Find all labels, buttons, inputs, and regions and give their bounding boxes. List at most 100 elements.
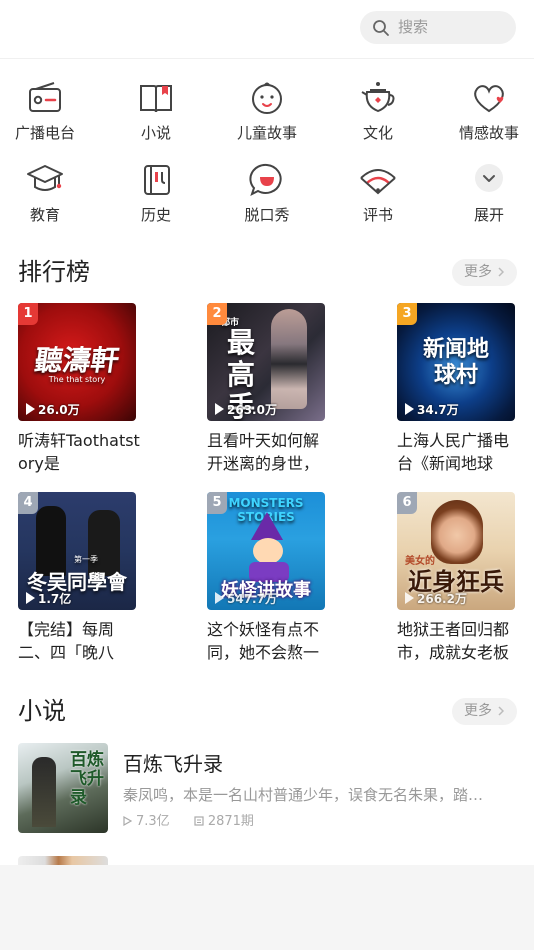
category-culture[interactable]: 文化 xyxy=(333,78,423,143)
album-cover: 聽濤軒 The that story 1 26.0万 xyxy=(18,303,136,421)
category-radio[interactable]: 广播电台 xyxy=(0,78,90,143)
cover-figure xyxy=(431,500,483,564)
rank-badge: 1 xyxy=(18,303,38,325)
play-count-value: 1.7亿 xyxy=(38,592,72,606)
app-screen: 搜索 广播电台 小说 儿童故事 文化 情感故事 教育 历史 脱口秀 评书 展开 … xyxy=(0,0,534,865)
ranking-card[interactable]: 美女的 近身狂兵 6 266.2万 地狱王者回归都市，成就女老板 xyxy=(397,492,515,664)
category-label: 文化 xyxy=(362,124,393,142)
chevron-right-icon xyxy=(498,267,504,277)
cover-figure xyxy=(253,538,283,564)
book-icon xyxy=(140,85,172,113)
category-history[interactable]: 历史 xyxy=(111,160,201,225)
category-label: 评书 xyxy=(362,206,393,224)
category-education[interactable]: 教育 xyxy=(0,160,90,225)
cover-figure xyxy=(32,757,56,827)
ranking-card[interactable]: 聽濤軒 The that story 1 26.0万 听涛轩Taothatsto… xyxy=(18,303,140,475)
play-count-value: 34.7万 xyxy=(417,403,459,417)
album-title: 地狱王者回归都市，成就女老板 xyxy=(397,620,510,662)
category-kids-stories[interactable]: 儿童故事 xyxy=(222,78,312,143)
album-title: 【完结】每周二、四「晚八 xyxy=(18,620,115,662)
category-expand-button[interactable]: 展开 xyxy=(444,160,534,225)
category-label: 展开 xyxy=(473,206,504,224)
album-cover: 都市 最高手 2 263.0万 xyxy=(207,303,325,421)
ranking-card[interactable]: 新闻地球村 3 34.7万 上海人民广播电台《新闻地球 xyxy=(397,303,515,475)
search-bar[interactable]: 搜索 xyxy=(360,11,516,44)
novel-list-item[interactable]: 百炼飞升录 百炼飞升录 秦凤鸣，本是一名山村普通少年，误食无名朱果，踏… 7.3… xyxy=(18,743,518,833)
play-outline-icon xyxy=(123,815,133,827)
play-icon xyxy=(405,403,414,415)
novel-title: 百炼飞升录 xyxy=(123,752,223,776)
folding-fan-icon xyxy=(360,169,396,195)
play-count: 263.0万 xyxy=(215,403,277,417)
play-count-value: 263.0万 xyxy=(227,403,277,417)
chevron-right-icon xyxy=(498,706,504,716)
play-count-value: 266.2万 xyxy=(417,592,467,606)
category-novel[interactable]: 小说 xyxy=(111,78,201,143)
ranking-section-title: 排行榜 xyxy=(18,258,90,286)
rank-badge: 2 xyxy=(207,303,227,325)
category-label: 教育 xyxy=(29,206,60,224)
play-count: 547.7万 xyxy=(215,592,277,606)
category-label: 儿童故事 xyxy=(236,124,297,142)
album-cover: 第一季 冬吴同學會 4 1.7亿 xyxy=(18,492,136,610)
album-title: 且看叶天如何解开迷离的身世， xyxy=(207,431,320,473)
cover-text: 新闻地球村 xyxy=(422,337,489,388)
more-label: 更多 xyxy=(464,703,492,719)
heart-icon xyxy=(474,85,504,113)
ranking-card[interactable]: MONSTERS STORIES 妖怪讲故事 5 547.7万 这个妖怪有点不同… xyxy=(207,492,325,664)
cover-text: 百炼飞升录 xyxy=(70,750,104,808)
category-storytelling[interactable]: 评书 xyxy=(333,160,423,225)
radio-icon xyxy=(29,82,61,112)
graduation-cap-icon xyxy=(27,165,63,191)
category-label: 广播电台 xyxy=(14,124,75,142)
rank-badge: 6 xyxy=(397,492,417,514)
history-scroll-icon xyxy=(144,165,170,195)
category-talk-show[interactable]: 脱口秀 xyxy=(222,160,312,225)
talk-bubble-icon xyxy=(249,163,282,196)
play-icon xyxy=(405,592,414,604)
cover-subtext: 第一季 xyxy=(74,555,98,564)
play-icon xyxy=(26,403,35,415)
play-count-value: 7.3亿 xyxy=(136,814,170,829)
teapot-icon xyxy=(361,82,395,113)
play-icon xyxy=(215,592,224,604)
category-label: 历史 xyxy=(140,206,171,224)
rank-badge: 3 xyxy=(397,303,417,325)
episode-count-value: 2871期 xyxy=(207,814,254,829)
play-count: 7.3亿 xyxy=(123,814,184,829)
cover-figure xyxy=(271,309,307,409)
rank-badge: 4 xyxy=(18,492,38,514)
baby-face-icon xyxy=(252,82,282,114)
cover-text: 冬吴同學會 xyxy=(27,570,127,594)
cover-subtext: The that story xyxy=(48,375,106,384)
novel-more-button[interactable]: 更多 xyxy=(452,698,517,725)
rank-badge: 5 xyxy=(207,492,227,514)
more-label: 更多 xyxy=(464,264,492,280)
album-title: 听涛轩Taothatstory是 xyxy=(18,431,140,473)
novel-cover: 百炼飞升录 xyxy=(18,743,108,833)
album-cover: 新闻地球村 3 34.7万 xyxy=(397,303,515,421)
search-icon xyxy=(373,20,389,36)
play-icon xyxy=(215,403,224,415)
novel-meta: 7.3亿 2871期 xyxy=(123,814,274,830)
category-label: 脱口秀 xyxy=(244,206,290,224)
album-title: 上海人民广播电台《新闻地球 xyxy=(397,431,510,473)
category-label: 小说 xyxy=(140,124,171,142)
top-bar: 搜索 xyxy=(0,0,534,59)
episode-count: 2871期 xyxy=(194,814,264,829)
play-count: 26.0万 xyxy=(26,403,80,417)
episodes-icon xyxy=(194,816,204,826)
category-label: 情感故事 xyxy=(458,124,519,142)
novel-cover-partial[interactable] xyxy=(18,856,108,865)
cover-text: 聽濤軒 xyxy=(32,344,122,377)
ranking-card[interactable]: 第一季 冬吴同學會 4 1.7亿 【完结】每周二、四「晚八 xyxy=(18,492,136,664)
play-count: 34.7万 xyxy=(405,403,459,417)
search-placeholder: 搜索 xyxy=(398,18,429,36)
novel-section-title: 小说 xyxy=(18,697,66,725)
ranking-more-button[interactable]: 更多 xyxy=(452,259,517,286)
play-count: 1.7亿 xyxy=(26,592,71,606)
ranking-card[interactable]: 都市 最高手 2 263.0万 且看叶天如何解开迷离的身世， xyxy=(207,303,325,475)
expand-chevron-icon xyxy=(475,164,503,192)
category-emotional-stories[interactable]: 情感故事 xyxy=(444,78,534,143)
play-icon xyxy=(26,592,35,604)
